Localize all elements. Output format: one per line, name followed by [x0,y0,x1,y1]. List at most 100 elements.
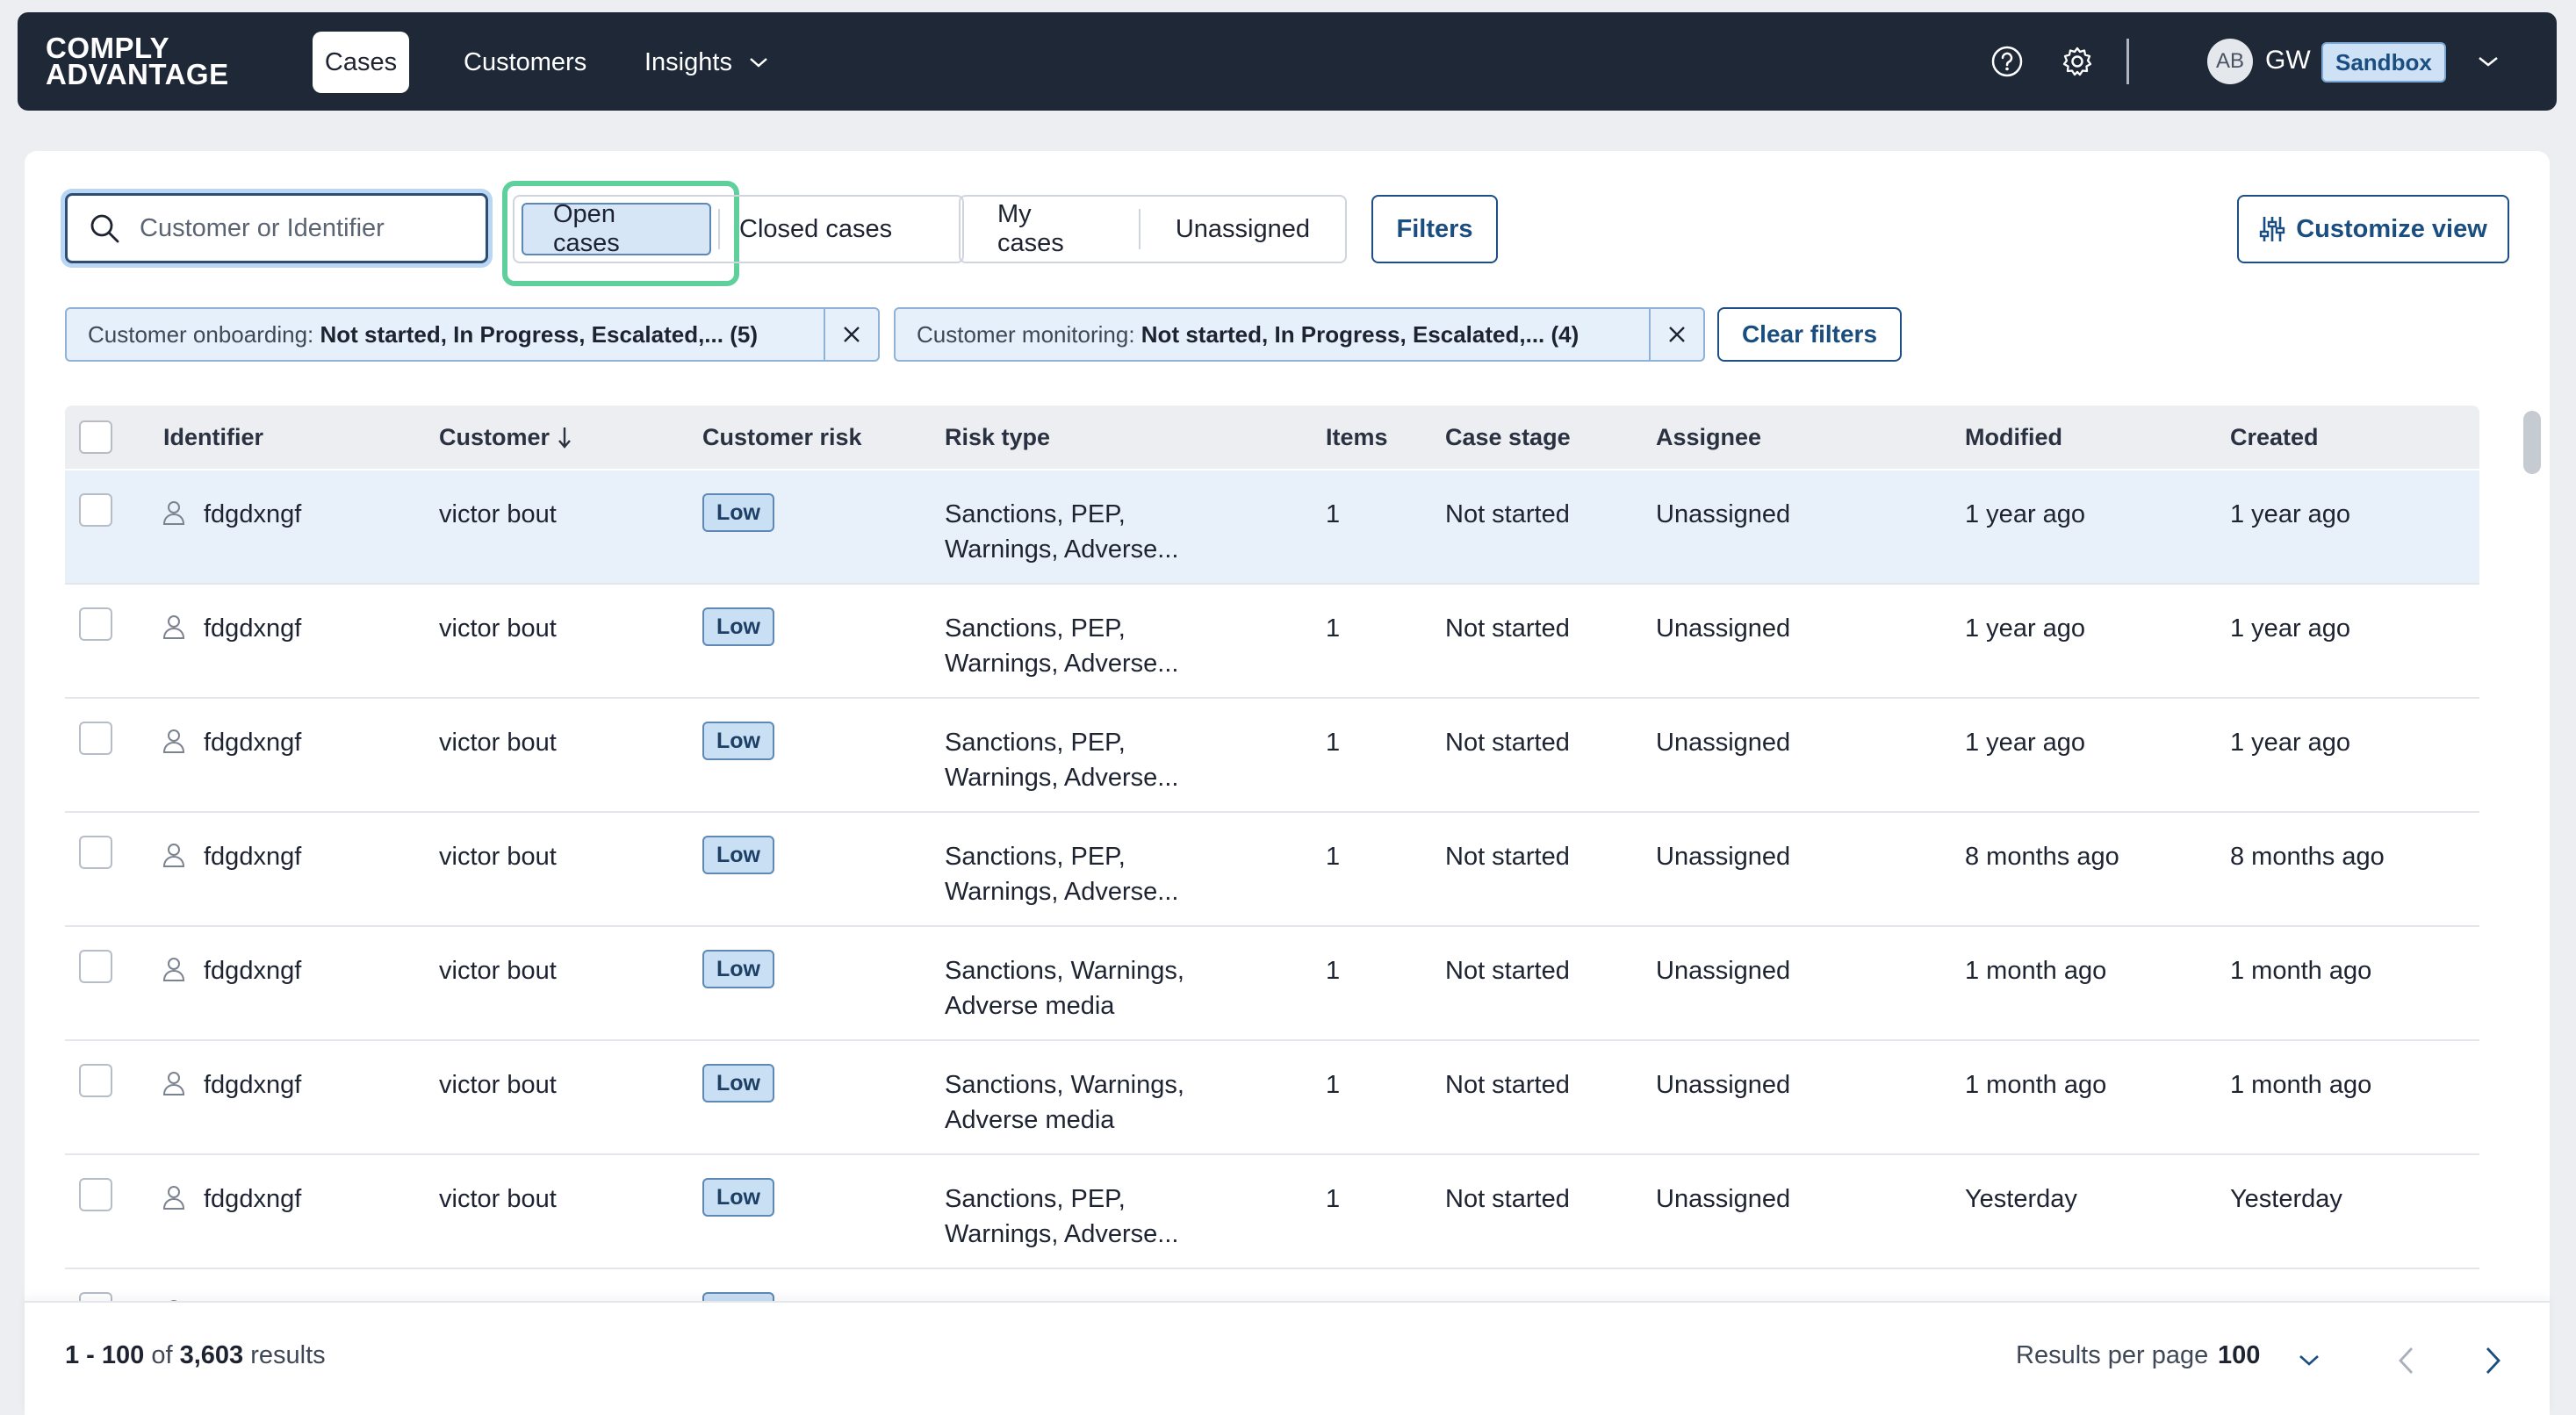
cell-assignee: Unassigned [1656,1071,1791,1099]
top-navigation: COMPLY ADVANTAGE Cases Customers Insight… [18,12,2557,111]
risk-badge: Low [702,722,774,760]
nav-tab-customers[interactable]: Customers [450,32,601,93]
column-header-assignee[interactable]: Assignee [1656,406,1761,469]
remove-onboarding-filter-button[interactable] [824,309,878,360]
nav-tab-cases-label: Cases [324,47,398,76]
filter-chip-monitoring-label: Customer monitoring: Not started, In Pro… [896,321,1649,348]
clear-filters-button[interactable]: Clear filters [1717,307,1902,362]
cell-case-stage: Not started [1445,1185,1570,1213]
table-row[interactable]: fdgdxngf victor bout Sanctions, Warnings, … [65,1041,2479,1155]
column-header-customer-risk[interactable]: Customer risk [702,406,862,469]
user-avatar[interactable]: AB [2207,39,2253,84]
cell-identifier: fdgdxngf [204,500,302,528]
cell-assignee: Unassigned [1656,957,1791,985]
cell-modified: 1 year ago [1965,500,2086,528]
cell-created: 1 month ago [2230,957,2372,985]
table-row[interactable]: fdgdxngf victor bout Sanctions, Warnings, … [65,927,2479,1041]
cell-modified: 1 year ago [1965,614,2086,643]
results-per-page-chevron-icon[interactable] [2293,1345,2325,1376]
cell-risk-type: Sanctions, PEP, Warnings, Adverse... [945,614,1179,678]
person-icon [162,1186,185,1210]
cell-customer: victor bout [439,614,557,643]
risk-badge: Low [702,1292,774,1301]
row-checkbox[interactable] [79,1292,112,1301]
table-scrollbar[interactable] [2523,411,2541,474]
row-checkbox[interactable] [79,722,112,755]
person-icon [162,615,185,639]
results-per-page-select[interactable]: 100 [2218,1341,2260,1370]
next-page-icon[interactable] [2476,1341,2511,1380]
cell-risk-type: Sanctions, Warnings, Adverse media [945,957,1184,1020]
risk-badge: Low [702,1178,774,1217]
cell-customer: victor bout [439,957,557,985]
unassigned-button[interactable]: Unassigned [1140,203,1345,255]
close-icon [844,327,860,342]
cell-identifier: fdgdxngf [204,1185,302,1213]
row-checkbox[interactable] [79,950,112,983]
filter-chip-onboarding: Customer onboarding: Not started, In Pro… [65,307,880,362]
user-initials: GW [2265,46,2311,75]
table-row[interactable]: fdgdxngf victor bout Sanctions, PEP, Warni… [65,1155,2479,1269]
nav-tab-insights-label: Insights [644,47,732,76]
cell-customer: victor bout [439,1185,557,1213]
cell-items: 1 [1326,843,1341,871]
column-header-risk-type[interactable]: Risk type [945,406,1050,469]
risk-badge: Low [702,950,774,988]
person-icon [162,729,185,753]
cell-customer: victor bout [439,729,557,757]
cell-case-stage: Not started [1445,614,1570,643]
open-cases-button[interactable]: Open cases [522,200,711,257]
table-row[interactable]: fdgdxngfvictor boutSanctions, PEP1Not st… [65,1269,2479,1301]
cell-assignee: Unassigned [1656,729,1791,757]
filters-button[interactable]: Filters [1371,195,1498,263]
table-row[interactable]: fdgdxngf victor bout Sanctions, PEP, Warni… [65,813,2479,927]
previous-page-icon[interactable] [2388,1341,2423,1380]
column-header-customer[interactable]: Customer [439,406,572,469]
row-checkbox[interactable] [79,1178,112,1211]
column-header-identifier[interactable]: Identifier [163,406,263,469]
closed-cases-button[interactable]: Closed cases [720,203,913,255]
column-header-modified[interactable]: Modified [1965,406,2062,469]
nav-divider [2126,39,2129,84]
cell-items: 1 [1326,957,1341,985]
customize-view-label: Customize view [2296,214,2487,243]
case-owner-toggle: My cases Unassigned [959,195,1347,263]
cell-created: 1 year ago [2230,729,2351,757]
nav-tab-customers-label: Customers [464,47,587,76]
row-checkbox[interactable] [79,493,112,527]
cell-risk-type: Sanctions, PEP, Warnings, Adverse... [945,729,1179,792]
cell-customer: victor bout [439,1071,557,1099]
results-label: results [250,1341,326,1369]
company-logo[interactable]: COMPLY ADVANTAGE [46,33,229,89]
cell-customer: victor bout [439,843,557,871]
results-total: 3,603 [179,1341,244,1369]
table-row[interactable]: fdgdxngf victor bout Sanctions, PEP, Warni… [65,585,2479,699]
column-header-created[interactable]: Created [2230,406,2319,469]
cell-assignee: Unassigned [1656,843,1791,871]
column-header-items[interactable]: Items [1326,406,1388,469]
cell-items: 1 [1326,1071,1341,1099]
cell-modified: 1 month ago [1965,1071,2107,1099]
nav-tab-insights[interactable]: Insights [630,32,783,93]
nav-tab-cases[interactable]: Cases [313,32,409,93]
my-cases-button[interactable]: My cases [961,200,1139,257]
table-row[interactable]: fdgdxngf victor bout Sanctions, PEP, Warni… [65,470,2479,585]
environment-badge: Sandbox [2321,42,2446,83]
cell-case-stage: Not started [1445,843,1570,871]
search-icon [90,214,119,243]
row-checkbox[interactable] [79,1064,112,1097]
cell-identifier: fdgdxngf [204,729,302,757]
account-menu-chevron-icon[interactable] [2471,44,2506,79]
settings-gear-icon[interactable] [2060,44,2095,79]
select-all-checkbox[interactable] [79,420,112,454]
table-row[interactable]: fdgdxngf victor bout Sanctions, PEP, Warni… [65,699,2479,813]
search-input[interactable] [140,213,473,243]
customize-view-button[interactable]: Customize view [2237,195,2509,263]
person-icon [162,844,185,867]
help-icon[interactable] [1990,44,2025,79]
row-checkbox[interactable] [79,607,112,641]
row-checkbox[interactable] [79,836,112,869]
search-box[interactable] [65,193,488,263]
column-header-case-stage[interactable]: Case stage [1445,406,1571,469]
remove-monitoring-filter-button[interactable] [1649,309,1703,360]
